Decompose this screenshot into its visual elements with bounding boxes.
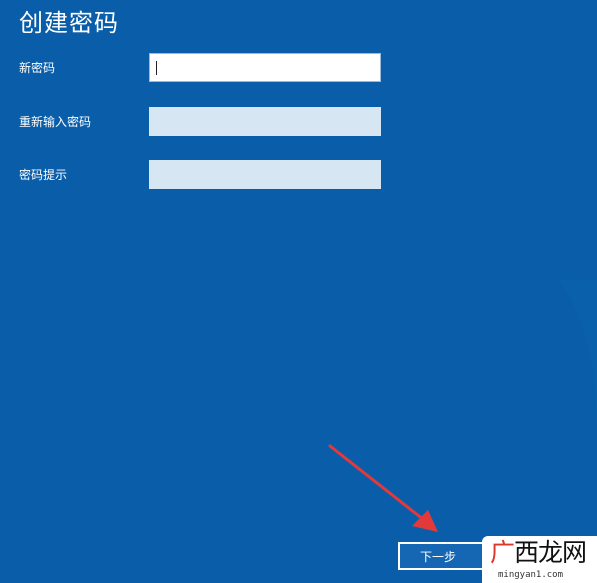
watermark-logo: 广西龙网 mingyan1.com: [482, 536, 597, 583]
password-hint-label: 密码提示: [19, 168, 68, 182]
red-arrow-annotation: [328, 444, 438, 532]
confirm-password-row: 重新输入密码: [0, 107, 597, 137]
watermark-brand-rest: 西龙网: [514, 538, 587, 567]
new-password-label: 新密码: [19, 61, 56, 75]
corner-swoosh-shape: [560, 280, 597, 440]
page-title: 创建密码: [19, 9, 119, 37]
new-password-input[interactable]: [149, 53, 381, 82]
watermark-url: mingyan1.com: [498, 570, 564, 580]
new-password-row: 新密码: [0, 53, 597, 83]
swoosh-path: [560, 280, 597, 440]
password-hint-input[interactable]: [149, 160, 381, 189]
confirm-password-label: 重新输入密码: [19, 115, 92, 129]
password-hint-row: 密码提示: [0, 160, 597, 190]
confirm-password-input[interactable]: [149, 107, 381, 136]
arrow-shaft: [328, 444, 426, 522]
watermark-brand-first: 广: [490, 538, 515, 567]
text-caret: [156, 61, 157, 75]
